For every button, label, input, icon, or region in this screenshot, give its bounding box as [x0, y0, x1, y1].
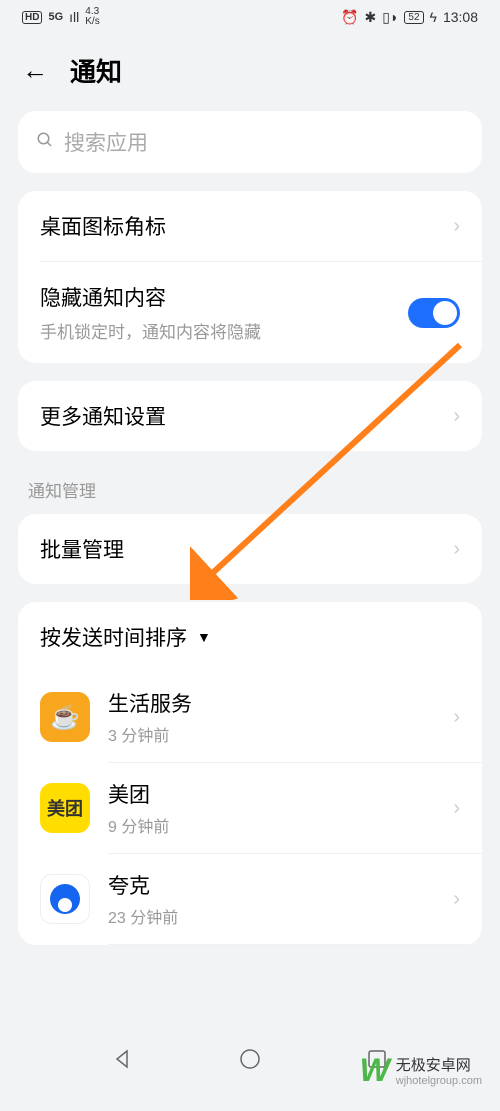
app-row-meituan[interactable]: 美团 美团 9 分钟前 ›: [18, 763, 482, 853]
hide-content-toggle[interactable]: [408, 298, 460, 328]
battery-icon: 52: [404, 11, 423, 24]
network-speed: 4.3K/s: [85, 7, 99, 27]
nav-home-button[interactable]: [238, 1047, 262, 1071]
section-label: 通知管理: [0, 451, 500, 510]
chevron-right-icon: ›: [453, 538, 460, 561]
bluetooth-icon: ✱: [365, 9, 377, 26]
row-batch-manage[interactable]: 批量管理 ›: [18, 514, 482, 584]
app-icon-life-service: ☕: [40, 692, 90, 742]
chevron-right-icon: ›: [453, 706, 460, 729]
watermark-logo-icon: W: [360, 1052, 390, 1089]
chevron-right-icon: ›: [453, 888, 460, 911]
chevron-right-icon: ›: [453, 797, 460, 820]
row-badge[interactable]: 桌面图标角标 ›: [18, 191, 482, 261]
chevron-right-icon: ›: [453, 405, 460, 428]
app-icon-meituan: 美团: [40, 783, 90, 833]
row-more-settings[interactable]: 更多通知设置 ›: [18, 381, 482, 451]
chevron-right-icon: ›: [453, 215, 460, 238]
search-icon: [36, 131, 54, 154]
status-bar: HD 5G ıll 4.3K/s ⏰ ✱ ▯◗ 52 ϟ 13:08: [0, 0, 500, 34]
clock-time: 13:08: [443, 9, 478, 25]
vibrate-icon: ▯◗: [382, 9, 398, 26]
search-placeholder: 搜索应用: [64, 127, 148, 157]
app-row-life-service[interactable]: ☕ 生活服务 3 分钟前 ›: [18, 672, 482, 762]
page-title: 通知: [70, 52, 122, 89]
sort-dropdown[interactable]: 按发送时间排序 ▼: [18, 602, 482, 672]
network-type: 5G: [48, 11, 63, 23]
page-header: ← 通知: [0, 34, 500, 111]
search-input[interactable]: 搜索应用: [18, 111, 482, 173]
dropdown-icon: ▼: [197, 629, 211, 645]
charging-icon: ϟ: [430, 9, 437, 25]
hd-icon: HD: [22, 11, 42, 24]
signal-icon: ıll: [69, 9, 79, 25]
alarm-icon: ⏰: [341, 9, 358, 26]
app-row-quark[interactable]: 夸克 23 分钟前 ›: [18, 854, 482, 944]
app-icon-quark: [40, 874, 90, 924]
nav-back-button[interactable]: [111, 1047, 135, 1071]
back-button[interactable]: ←: [22, 55, 48, 86]
watermark: W 无极安卓网 wjhotelgroup.com: [360, 1052, 482, 1089]
row-hide-content[interactable]: 隐藏通知内容 手机锁定时，通知内容将隐藏: [18, 262, 482, 363]
